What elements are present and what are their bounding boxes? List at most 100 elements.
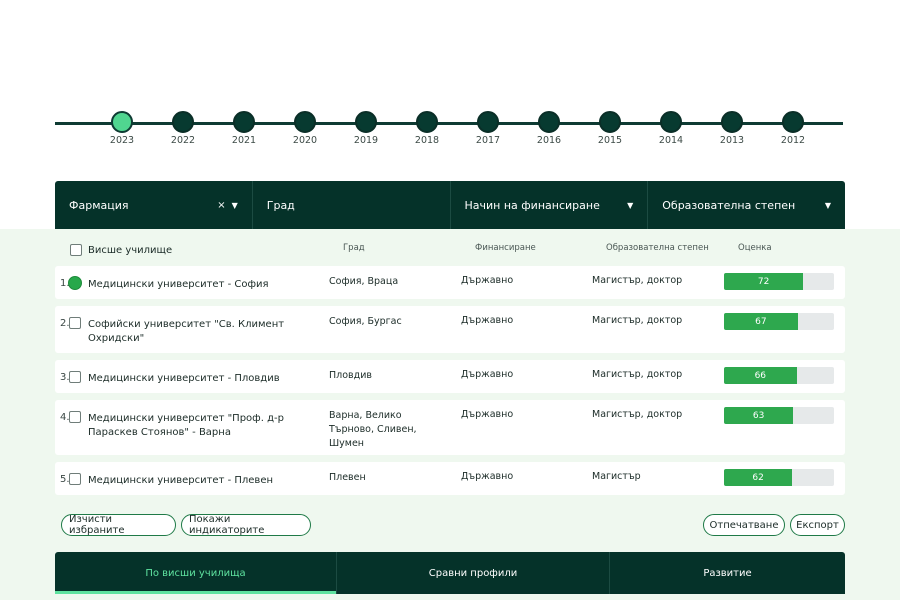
row-checkbox-checked[interactable]	[68, 276, 82, 290]
score-bar: 67	[724, 313, 834, 330]
timeline-year-2021[interactable]: 2021	[224, 111, 264, 146]
timeline-dot	[233, 111, 255, 133]
financing-filter-label: Начин на финансиране	[464, 198, 600, 212]
school-city: Плевен	[329, 472, 366, 483]
timeline-year-label: 2012	[780, 135, 806, 146]
score-column-header: Оценка	[738, 243, 772, 253]
timeline-year-2017[interactable]: 2017	[468, 111, 508, 146]
score-bar: 72	[724, 273, 834, 290]
timeline-year-2019[interactable]: 2019	[346, 111, 386, 146]
timeline-year-2014[interactable]: 2014	[651, 111, 691, 146]
chevron-down-icon: ▼	[824, 200, 831, 210]
show-indicators-button[interactable]: Покажи индикаторите	[181, 514, 311, 536]
school-financing: Държавно	[461, 315, 514, 326]
timeline-year-2022[interactable]: 2022	[163, 111, 203, 146]
tab-by-school[interactable]: По висши училища	[55, 552, 337, 594]
specialty-filter[interactable]: Фармация × ▼	[55, 181, 253, 229]
view-tabs: По висши училища Сравни профили Развитие	[55, 552, 845, 594]
timeline-year-label: 2022	[170, 135, 196, 146]
row-checkbox[interactable]	[69, 473, 81, 485]
chevron-down-icon: ▼	[627, 200, 634, 210]
table-row[interactable]: 2. Софийски университет "Св. Климент Охр…	[55, 306, 845, 353]
school-degree: Магистър, доктор	[592, 315, 683, 326]
school-city: София, Враца	[329, 276, 399, 287]
year-timeline: 2023 2022 2021 2020 2019 2018 2017 2016 …	[55, 108, 843, 148]
timeline-year-2018[interactable]: 2018	[407, 111, 447, 146]
score-bar: 63	[724, 407, 834, 424]
specialty-filter-value: Фармация	[69, 198, 129, 212]
school-degree: Магистър, доктор	[592, 409, 683, 420]
chevron-down-icon: ▼	[231, 200, 238, 210]
school-name: Софийски университет "Св. Климент Охридс…	[88, 319, 285, 344]
timeline-dot	[172, 111, 194, 133]
timeline-dot	[294, 111, 316, 133]
school-city: Варна, Велико Търново, Сливен, Шумен	[329, 410, 417, 449]
export-button[interactable]: Експорт	[790, 514, 845, 536]
school-financing: Държавно	[461, 369, 514, 380]
score-bar-fill: 62	[724, 469, 793, 486]
degree-column-header: Образователна степен	[606, 243, 709, 253]
tab-compare-profiles[interactable]: Сравни профили	[337, 552, 610, 594]
score-bar-fill: 63	[724, 407, 794, 424]
school-name: Медицински университет - София	[88, 279, 269, 290]
degree-filter-label: Образователна степен	[662, 198, 796, 212]
school-column-header: Висше училище	[70, 244, 172, 256]
school-name: Медицински университет - Плевен	[88, 475, 274, 486]
school-name: Медицински университет "Проф. д-р Параск…	[88, 413, 284, 438]
school-name: Медицински университет - Пловдив	[88, 373, 280, 384]
city-filter[interactable]: Град	[253, 181, 451, 229]
table-row[interactable]: 1. Медицински университет - София София,…	[55, 266, 845, 299]
score-bar: 62	[724, 469, 834, 486]
school-degree: Магистър, доктор	[592, 369, 683, 380]
table-row[interactable]: 3. Медицински университет - Пловдив Плов…	[55, 360, 845, 393]
school-financing: Държавно	[461, 275, 514, 286]
tab-development[interactable]: Развитие	[610, 552, 845, 594]
print-button[interactable]: Отпечатване	[703, 514, 785, 536]
financing-column-header: Финансиране	[475, 243, 536, 253]
timeline-dot	[721, 111, 743, 133]
timeline-dot	[111, 111, 133, 133]
school-city: София, Бургас	[329, 316, 402, 327]
timeline-dot	[538, 111, 560, 133]
row-checkbox[interactable]	[69, 411, 81, 423]
timeline-year-2023[interactable]: 2023	[102, 111, 142, 146]
timeline-year-label: 2017	[475, 135, 501, 146]
timeline-year-label: 2015	[597, 135, 623, 146]
timeline-year-label: 2023	[109, 135, 135, 146]
timeline-year-label: 2019	[353, 135, 379, 146]
school-degree: Магистър	[592, 471, 641, 482]
score-bar-fill: 72	[724, 273, 804, 290]
score-bar-fill: 67	[724, 313, 798, 330]
row-checkbox[interactable]	[69, 317, 81, 329]
timeline-dot	[660, 111, 682, 133]
timeline-year-2016[interactable]: 2016	[529, 111, 569, 146]
timeline-dot	[477, 111, 499, 133]
timeline-dot	[782, 111, 804, 133]
clear-selected-button[interactable]: Изчисти избраните	[61, 514, 176, 536]
timeline-year-2015[interactable]: 2015	[590, 111, 630, 146]
timeline-year-2020[interactable]: 2020	[285, 111, 325, 146]
clear-icon[interactable]: ×	[217, 200, 225, 211]
timeline-dot	[416, 111, 438, 133]
filter-bar: Фармация × ▼ Град Начин на финансиране ▼…	[55, 181, 845, 229]
score-bar: 66	[724, 367, 834, 384]
degree-filter[interactable]: Образователна степен ▼	[648, 181, 845, 229]
table-row[interactable]: 5. Медицински университет - Плевен Плеве…	[55, 462, 845, 495]
table-row[interactable]: 4. Медицински университет "Проф. д-р Пар…	[55, 400, 845, 455]
timeline-year-label: 2013	[719, 135, 745, 146]
school-financing: Държавно	[461, 409, 514, 420]
timeline-dot	[355, 111, 377, 133]
school-financing: Държавно	[461, 471, 514, 482]
timeline-year-label: 2021	[231, 135, 257, 146]
financing-filter[interactable]: Начин на финансиране ▼	[451, 181, 649, 229]
timeline-year-2012[interactable]: 2012	[773, 111, 813, 146]
school-header-label: Висше училище	[88, 244, 173, 256]
row-checkbox[interactable]	[69, 371, 81, 383]
select-all-checkbox[interactable]	[70, 244, 82, 256]
timeline-dot	[599, 111, 621, 133]
timeline-year-2013[interactable]: 2013	[712, 111, 752, 146]
school-city: Пловдив	[329, 370, 372, 381]
city-filter-placeholder: Град	[266, 198, 295, 212]
timeline-year-label: 2020	[292, 135, 318, 146]
timeline-year-label: 2016	[536, 135, 562, 146]
